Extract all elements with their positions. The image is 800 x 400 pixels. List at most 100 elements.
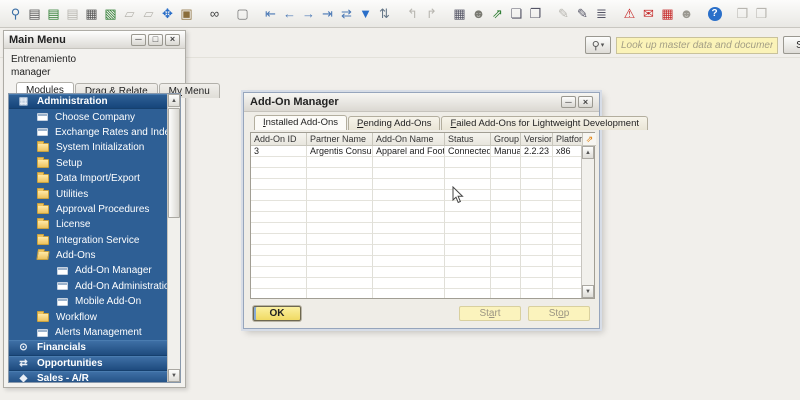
print-sequence-icon[interactable]: ▤ [44,4,63,24]
employee-icon[interactable]: ☻ [677,4,696,24]
first-record-icon[interactable]: ⇤ [261,4,280,24]
tree-item-alerts-management[interactable]: Alerts Management [9,325,167,340]
tree-item-exchange-rates-and-indexes[interactable]: Exchange Rates and Indexes [9,125,167,140]
module-header-sales-a-r[interactable]: ◆ Sales - A/R [9,371,167,382]
print-icon[interactable]: ▤ [25,4,44,24]
notes-icon[interactable]: ≣ [592,4,611,24]
calendar-icon[interactable]: ▦ [658,4,677,24]
table-empty-row[interactable] [251,212,581,223]
next-record-icon[interactable]: → [299,4,318,24]
table-empty-row[interactable] [251,157,581,168]
mail-alert-icon[interactable]: ✉ [639,4,658,24]
table-empty-row[interactable] [251,234,581,245]
table-row[interactable]: 3Argentis ConsultingApparel and Footwear… [251,146,581,157]
table-empty-row[interactable] [251,267,581,278]
tree-item-system-initialization[interactable]: System Initialization [9,140,167,155]
next-doc-icon[interactable]: ↱ [422,4,441,24]
table-empty-row[interactable] [251,179,581,190]
table-empty-row[interactable] [251,190,581,201]
refresh-record-icon[interactable]: ⇄ [337,4,356,24]
main-menu-titlebar[interactable]: Main Menu ─ □ × [4,31,185,49]
tab-pending-add-ons[interactable]: Pending Add-Ons [348,116,441,130]
column-header-group[interactable]: Group [491,133,521,146]
dialog-minimize-button[interactable]: ─ [561,96,576,108]
grid-expand-icon[interactable]: ⇗ [583,133,596,146]
table-empty-row[interactable] [251,201,581,212]
start-button[interactable]: St a rt [459,306,521,321]
export-word-icon[interactable]: ▱ [139,4,158,24]
search-input[interactable] [616,36,778,54]
last-record-icon[interactable]: ⇥ [318,4,337,24]
table-empty-row[interactable] [251,289,581,298]
tree-item-workflow[interactable]: Workflow [9,309,167,324]
filter-icon[interactable]: ▼ [356,4,375,24]
minimize-button[interactable]: ─ [131,33,146,46]
tree-item-mobile-add-on[interactable]: Mobile Add-On [9,294,167,309]
scroll-up-icon[interactable]: ▲ [168,94,180,107]
chart-of-accounts-icon[interactable]: ❏ [507,4,526,24]
dialog-close-button[interactable]: × [578,96,593,108]
maximize-button[interactable]: □ [148,33,163,46]
tree-item-license[interactable]: License [9,217,167,232]
tree-scrollbar[interactable]: ▲ ▼ [167,94,180,382]
module-header-administration[interactable]: ▦ Administration [9,94,167,110]
window-a-disabled-icon[interactable]: ❒ [733,4,752,24]
account-lookup-icon[interactable]: ❐ [526,4,545,24]
table-scroll-up-icon[interactable]: ▲ [582,146,594,159]
move-window-icon[interactable]: ✥ [158,4,177,24]
scroll-thumb[interactable] [168,108,180,218]
scroll-down-icon[interactable]: ▼ [168,369,180,382]
column-header-add-on-id[interactable]: Add-On ID [251,133,307,146]
tree-item-integration-service[interactable]: Integration Service [9,233,167,248]
tree-item-utilities[interactable]: Utilities [9,186,167,201]
table-empty-row[interactable] [251,168,581,179]
tree-item-add-ons[interactable]: Add-Ons [9,248,167,263]
column-header-version[interactable]: Version [521,133,553,146]
ok-button[interactable]: OK [253,306,301,321]
tab-installed-add-ons[interactable]: Installed Add-Ons [254,115,347,130]
document-edit-icon[interactable]: ✎ [573,4,592,24]
journal-posting-icon[interactable]: ⇗ [488,4,507,24]
alerts-icon[interactable]: ⚠ [620,4,639,24]
table-empty-row[interactable] [251,278,581,289]
column-header-partner-name[interactable]: Partner Name [307,133,373,146]
find-icon[interactable]: ∞ [205,4,224,24]
addon-manager-titlebar[interactable]: Add-On Manager ─ × [244,93,599,112]
payment-wizard-icon[interactable]: ☻ [469,4,488,24]
tree-item-data-import-export[interactable]: Data Import/Export [9,171,167,186]
tab-failed-add-ons[interactable]: Failed Add-Ons for Lightweight Developme… [441,116,649,130]
tree-item-add-on-manager[interactable]: Add-On Manager [9,263,167,278]
edit-disabled-icon[interactable]: ✎ [554,4,573,24]
lock-screen-icon[interactable]: ▣ [177,4,196,24]
export-excel-icon[interactable]: ▧ [101,4,120,24]
previous-record-icon[interactable]: ← [280,4,299,24]
column-header-add-on-name[interactable]: Add-On Name [373,133,445,146]
module-header-financials[interactable]: ⊙ Financials [9,340,167,356]
export-pdf-icon[interactable]: ▱ [120,4,139,24]
add-record-icon[interactable]: ▢ [233,4,252,24]
tree-item-choose-company[interactable]: Choose Company [9,109,167,124]
help-icon[interactable]: ? [705,4,724,24]
column-header-status[interactable]: Status [445,133,491,146]
stop-button[interactable]: St o p [528,306,590,321]
sort-icon[interactable]: ⇅ [375,4,394,24]
printer-disabled-icon[interactable]: ▤ [63,4,82,24]
search-button[interactable]: Search [783,36,800,54]
print-layout-icon[interactable]: ▦ [82,4,101,24]
column-header-platform[interactable]: Platform [553,133,583,146]
table-empty-row[interactable] [251,245,581,256]
previous-doc-icon[interactable]: ↰ [403,4,422,24]
search-type-button[interactable]: ⚲ ▾ [585,36,611,54]
tree-item-approval-procedures[interactable]: Approval Procedures [9,202,167,217]
table-empty-row[interactable] [251,256,581,267]
tree-item-add-on-administration[interactable]: Add-On Administration [9,279,167,294]
table-empty-row[interactable] [251,223,581,234]
close-button[interactable]: × [165,33,180,46]
print-preview-icon[interactable]: ⚲ [6,4,25,24]
tree-item-setup[interactable]: Setup [9,156,167,171]
window-b-disabled-icon[interactable]: ❒ [752,4,771,24]
table-scrollbar[interactable]: ▲ ▼ [581,146,594,298]
module-header-opportunities[interactable]: ⇄ Opportunities [9,355,167,372]
table-scroll-down-icon[interactable]: ▼ [582,285,594,298]
form-settings-icon[interactable]: ▦ [450,4,469,24]
